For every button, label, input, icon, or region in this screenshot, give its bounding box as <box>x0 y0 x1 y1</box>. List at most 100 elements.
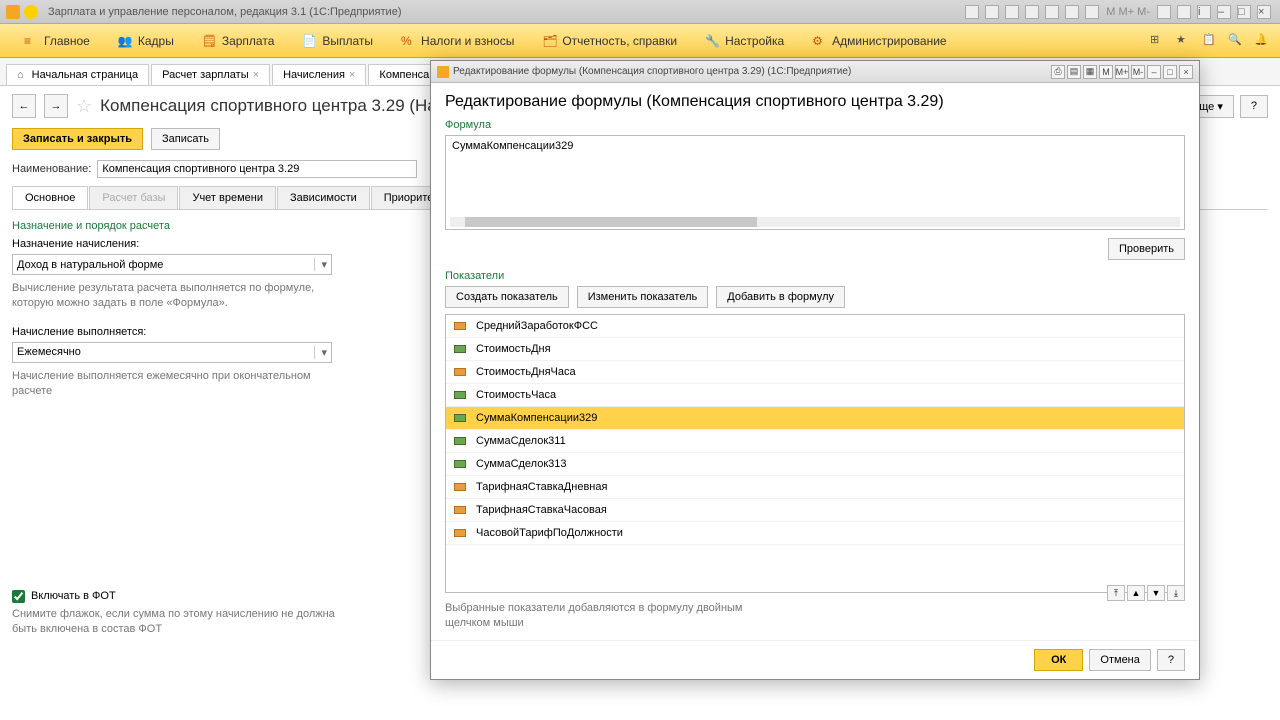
minimize-icon[interactable]: – <box>1147 65 1161 79</box>
indicator-name: СтоимостьДняЧаса <box>476 366 576 378</box>
sys-icon[interactable] <box>1045 5 1059 19</box>
menu-nastroika[interactable]: 🔧Настройка <box>691 24 798 58</box>
periodicity-select[interactable]: Ежемесячно▾ <box>12 342 332 363</box>
formula-input[interactable]: СуммаКомпенсации329 <box>445 135 1185 230</box>
close-icon[interactable]: × <box>253 69 259 81</box>
dialog-titlebar[interactable]: Редактирование формулы (Компенсация спор… <box>431 61 1199 83</box>
help-icon[interactable]: i <box>1197 5 1211 19</box>
fot-label: Включать в ФОТ <box>31 590 116 602</box>
maximize-icon[interactable]: □ <box>1237 5 1251 19</box>
minimize-icon[interactable]: – <box>1217 5 1231 19</box>
menu-vyplaty[interactable]: 📄Выплаты <box>288 24 387 58</box>
mminus-icon[interactable]: M- <box>1131 65 1145 79</box>
os-titlebar: Зарплата и управление персоналом, редакц… <box>0 0 1280 24</box>
subtab-uchet[interactable]: Учет времени <box>179 186 276 209</box>
indicator-row[interactable]: СуммаКомпенсации329 <box>446 407 1184 430</box>
subtab-osnovnoe[interactable]: Основное <box>12 186 88 209</box>
sys-icon[interactable] <box>965 5 979 19</box>
fot-checkbox[interactable] <box>12 590 25 603</box>
move-down-icon[interactable]: ▼ <box>1147 585 1165 601</box>
close-icon[interactable]: × <box>1257 5 1271 19</box>
main-menubar: ≡Главное 👥Кадры 🗒Зарплата 📄Выплаты %Нало… <box>0 24 1280 58</box>
scrollbar[interactable] <box>450 217 1180 227</box>
tab-raschet[interactable]: Расчет зарплаты× <box>151 64 270 85</box>
sys-icon[interactable] <box>985 5 999 19</box>
indicator-row[interactable]: ЧасовойТарифПоДолжности <box>446 522 1184 545</box>
indicator-row[interactable]: СтоимостьДня <box>446 338 1184 361</box>
name-input[interactable] <box>97 160 417 178</box>
help-button[interactable]: ? <box>1157 649 1185 671</box>
dialog-window-title: Редактирование формулы (Компенсация спор… <box>453 66 851 77</box>
favorite-icon[interactable]: ☆ <box>76 96 92 117</box>
move-top-icon[interactable]: ⤒ <box>1107 585 1125 601</box>
indicator-row[interactable]: ТарифнаяСтавкаЧасовая <box>446 499 1184 522</box>
m-label: M M+ M- <box>1106 6 1150 18</box>
indicator-icon <box>454 391 466 399</box>
purpose-select[interactable]: Доход в натуральной форме▾ <box>12 254 332 275</box>
print-icon[interactable]: ⎙ <box>1051 65 1065 79</box>
close-icon[interactable]: × <box>349 69 355 81</box>
sys-icon[interactable] <box>1065 5 1079 19</box>
cancel-button[interactable]: Отмена <box>1089 649 1150 671</box>
subtab-zavisimosti[interactable]: Зависимости <box>277 186 370 209</box>
indicator-row[interactable]: СреднийЗаработокФСС <box>446 315 1184 338</box>
add-to-formula-button[interactable]: Добавить в формулу <box>716 286 845 308</box>
formula-text: СуммаКомпенсации329 <box>452 140 573 152</box>
indicator-row[interactable]: СуммаСделок311 <box>446 430 1184 453</box>
menu-admin[interactable]: ⚙Администрирование <box>798 24 960 58</box>
check-button[interactable]: Проверить <box>1108 238 1185 260</box>
sys-icon[interactable] <box>1177 5 1191 19</box>
mplus-icon[interactable]: M+ <box>1115 65 1129 79</box>
sys-icon[interactable] <box>1005 5 1019 19</box>
sys-icon[interactable] <box>1025 5 1039 19</box>
indicator-name: СуммаСделок313 <box>476 458 567 470</box>
nav-back[interactable]: ← <box>12 94 36 118</box>
indicator-name: ТарифнаяСтавкаДневная <box>476 481 607 493</box>
sys-icon[interactable] <box>1157 5 1171 19</box>
sys-icon[interactable] <box>1085 5 1099 19</box>
bell-icon[interactable]: 🔔 <box>1254 33 1270 49</box>
move-bottom-icon[interactable]: ⤓ <box>1167 585 1185 601</box>
indicator-icon <box>454 506 466 514</box>
move-up-icon[interactable]: ▲ <box>1127 585 1145 601</box>
m-icon[interactable]: M <box>1099 65 1113 79</box>
indicator-name: СуммаСделок311 <box>476 435 566 447</box>
indicators-list[interactable]: СреднийЗаработокФСС СтоимостьДня Стоимость… <box>445 314 1185 593</box>
indicator-icon <box>454 322 466 330</box>
edit-indicator-button[interactable]: Изменить показатель <box>577 286 709 308</box>
indicator-icon <box>454 345 466 353</box>
menu-nalogi[interactable]: %Налоги и взносы <box>387 24 528 58</box>
menu-main[interactable]: ≡Главное <box>10 24 104 58</box>
indicator-name: СтоимостьДня <box>476 343 551 355</box>
close-icon[interactable]: × <box>1179 65 1193 79</box>
ok-button[interactable]: ОК <box>1034 649 1083 671</box>
indicator-row[interactable]: СуммаСделок313 <box>446 453 1184 476</box>
indicator-row[interactable]: СтоимостьЧаса <box>446 384 1184 407</box>
help-button[interactable]: ? <box>1240 95 1268 118</box>
menu-kadry[interactable]: 👥Кадры <box>104 24 188 58</box>
save-close-button[interactable]: Записать и закрыть <box>12 128 143 150</box>
indicator-name: СуммаКомпенсации329 <box>476 412 597 424</box>
star-icon[interactable]: ★ <box>1176 33 1192 49</box>
save-button[interactable]: Записать <box>151 128 220 150</box>
indicator-row[interactable]: СтоимостьДняЧаса <box>446 361 1184 384</box>
calc-icon[interactable]: ▦ <box>1083 65 1097 79</box>
doc-icon[interactable]: ▤ <box>1067 65 1081 79</box>
clipboard-icon[interactable]: 📋 <box>1202 33 1218 49</box>
search-icon[interactable]: 🔍 <box>1228 33 1244 49</box>
app-title: Зарплата и управление персоналом, редакц… <box>48 6 401 18</box>
subtab-raschet-bazy[interactable]: Расчет базы <box>89 186 178 209</box>
tab-nachisleniya[interactable]: Начисления× <box>272 64 366 85</box>
maximize-icon[interactable]: □ <box>1163 65 1177 79</box>
page-title: Компенсация спортивного центра 3.29 (Нач <box>100 96 445 116</box>
apps-icon[interactable]: ⊞ <box>1150 33 1166 49</box>
create-indicator-button[interactable]: Создать показатель <box>445 286 569 308</box>
nav-forward[interactable]: → <box>44 94 68 118</box>
formula-label: Формула <box>445 119 1185 131</box>
menu-otchet[interactable]: 🗂Отчетность, справки <box>528 24 691 58</box>
indicator-name: СтоимостьЧаса <box>476 389 556 401</box>
menu-zarplata[interactable]: 🗒Зарплата <box>188 24 289 58</box>
indicator-row[interactable]: ТарифнаяСтавкаДневная <box>446 476 1184 499</box>
tab-home[interactable]: Начальная страница <box>6 64 149 85</box>
indicator-icon <box>454 437 466 445</box>
